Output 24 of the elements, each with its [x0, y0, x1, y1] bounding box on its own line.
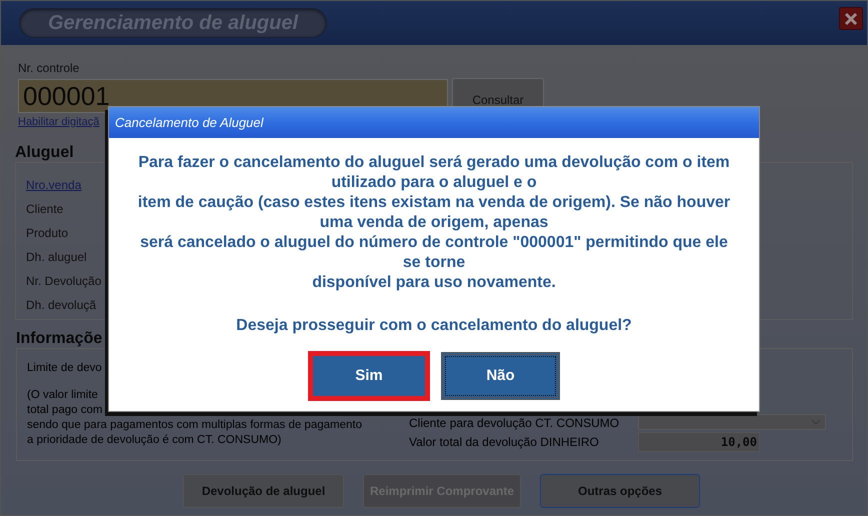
dialog-message: Para fazer o cancelamento do aluguel será gerado uma devolução com o item utilizado para o aluguel e o item de caução (caso estes itens existam na venda de origem). Se não houver uma venda de origem, apenas será cancelado o aluguel do número de controle "000001" permitindo que ele se torne disponível para uso novamente. [136, 153, 732, 293]
sale-number-link[interactable]: Nro.venda [26, 176, 82, 195]
field-label: Nr. controle [17, 61, 80, 75]
field-label: Nr. Devolução [26, 273, 102, 290]
action-button[interactable]: Devolução de aluguel [183, 474, 344, 508]
dialog-button[interactable]: Não [441, 352, 560, 400]
dialog-button[interactable]: Sim [308, 351, 430, 401]
enable-typing-link[interactable]: Habilitar digitaçã [15, 115, 100, 129]
total-value-field: 10,00 [638, 432, 760, 452]
section-heading: Informaçõe [15, 330, 102, 348]
action-button[interactable]: Outras opções [540, 474, 700, 508]
dialog-question: Deseja prosseguir com o cancelamento do aluguel? [236, 316, 632, 336]
section-heading: Aluguel [15, 144, 74, 162]
field-label: Produto [26, 225, 68, 242]
close-button[interactable] [839, 7, 863, 30]
dialog-title-bar: Cancelamento de Aluguel [109, 107, 759, 138]
field-label: Dh. devoluçã [26, 297, 96, 314]
field-label: Valor total da devolução DINHEIRO [409, 434, 600, 451]
field-label: Cliente para devolução CT. CONSUMO [409, 416, 620, 430]
field-label: Limite de devo [27, 361, 102, 375]
field-label: Cliente [26, 201, 64, 218]
close-icon [844, 12, 858, 26]
field-label: Dh. aluguel [26, 249, 87, 266]
client-dropdown[interactable] [638, 414, 826, 430]
